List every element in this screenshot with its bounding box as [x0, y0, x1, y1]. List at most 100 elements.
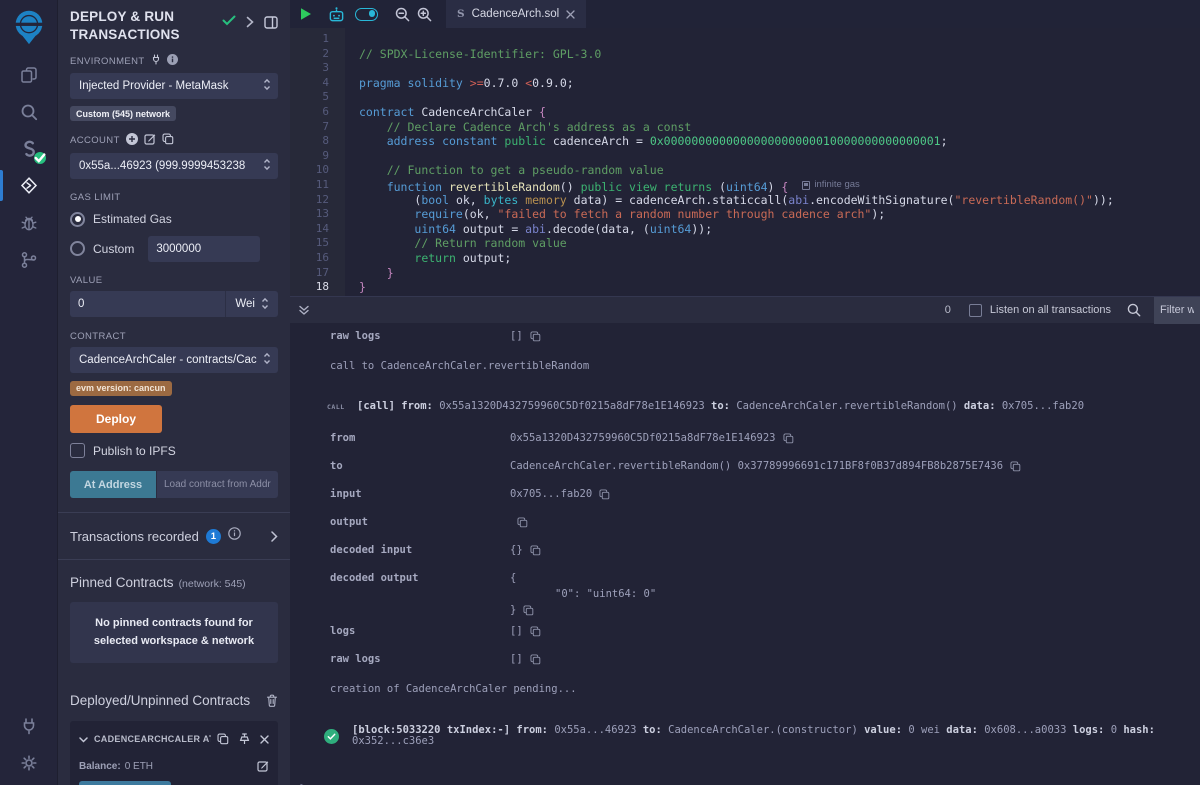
ai-copilot-toggle[interactable] [355, 8, 378, 21]
code-line[interactable]: 3 [290, 61, 1200, 76]
copy-icon[interactable] [523, 605, 534, 616]
value-label: VALUE [70, 275, 278, 286]
terminal-collapse-icon[interactable] [298, 305, 310, 316]
publish-ipfs-checkbox[interactable] [70, 443, 85, 458]
line-number: 17 [290, 266, 345, 281]
add-account-icon[interactable] [126, 133, 138, 148]
git-icon[interactable] [0, 241, 57, 278]
copy-icon[interactable] [530, 654, 541, 665]
file-explorer-icon[interactable] [0, 56, 57, 93]
call-cadencearch-button[interactable]: cadenceArch [79, 781, 171, 785]
copy-icon[interactable] [530, 331, 541, 342]
copy-icon[interactable] [530, 626, 541, 637]
terminal-block-summary[interactable]: [block:5033220 txIndex:-] from: 0x55a...… [324, 725, 1200, 747]
pin-contract-icon[interactable] [239, 733, 250, 745]
contract-select[interactable]: CadenceArchCaler - contracts/Cac [70, 347, 278, 373]
code-line[interactable]: 18} [290, 280, 1200, 295]
network-badge: Custom (545) network [70, 106, 176, 121]
code-line[interactable]: 14 uint64 output = abi.decode(data, (uin… [290, 222, 1200, 237]
chevron-down-icon[interactable] [79, 730, 88, 748]
code-editor[interactable]: 12// SPDX-License-Identifier: GPL-3.034p… [290, 28, 1200, 296]
info-icon[interactable] [167, 54, 178, 68]
code-line[interactable]: 10 // Function to get a pseudo-random va… [290, 163, 1200, 178]
code-line[interactable]: 1 [290, 32, 1200, 47]
code-line[interactable]: 13 require(ok, "failed to fetch a random… [290, 207, 1200, 222]
gas-estimated-option[interactable]: Estimated Gas [70, 212, 278, 227]
line-number: 5 [290, 90, 345, 105]
plug-icon[interactable] [151, 54, 161, 68]
code-line[interactable]: 11 function revertibleRandom() public vi… [290, 178, 1200, 193]
code-line[interactable]: 7 // Declare Cadence Arch's address as a… [290, 120, 1200, 135]
terminal-body[interactable]: raw logs[]call to CadenceArchCaler.rever… [290, 323, 1200, 785]
close-icon[interactable] [260, 735, 269, 744]
info-outline-icon[interactable] [228, 527, 241, 545]
code-line[interactable]: 9 [290, 149, 1200, 164]
debugger-icon[interactable] [0, 204, 57, 241]
at-address-button[interactable]: At Address [70, 471, 156, 498]
detail-value: [] [510, 626, 523, 637]
code-line[interactable]: 16 return output; [290, 251, 1200, 266]
radio-selected-icon[interactable] [70, 212, 85, 227]
radio-unselected-icon[interactable] [70, 241, 85, 256]
gas-custom-option[interactable]: Custom [70, 236, 278, 262]
line-number: 3 [290, 61, 345, 76]
deploy-run-icon[interactable] [0, 167, 57, 204]
environment-select[interactable]: Injected Provider - MetaMask [70, 73, 278, 99]
terminal-search-icon[interactable] [1127, 303, 1141, 317]
edit-account-icon[interactable] [144, 133, 156, 148]
terminal-filter-input[interactable] [1154, 297, 1200, 324]
listen-all-checkbox[interactable] [969, 304, 982, 317]
gas-custom-label: Custom [93, 242, 134, 256]
at-address-input[interactable] [157, 471, 278, 498]
expand-chevron-icon[interactable] [271, 531, 278, 542]
gas-custom-input[interactable] [148, 236, 260, 262]
code-line[interactable]: 15 // Return random value [290, 236, 1200, 251]
copy-icon[interactable] [530, 545, 541, 556]
terminal-prompt[interactable]: > [300, 780, 1200, 785]
zoom-out-icon[interactable] [395, 7, 410, 22]
plugin-manager-icon[interactable] [0, 707, 57, 744]
search-icon[interactable] [0, 93, 57, 130]
value-input[interactable] [70, 298, 225, 310]
rail-items [0, 56, 57, 278]
publish-ipfs-row[interactable]: Publish to IPFS [70, 443, 278, 458]
code-line[interactable]: 8 address constant public cadenceArch = … [290, 134, 1200, 149]
tab-cadencearch-sol[interactable]: S CadenceArch.sol [446, 0, 586, 28]
clear-deployed-trash-icon[interactable] [266, 694, 278, 707]
code-line[interactable]: 6contract CadenceArchCaler { [290, 105, 1200, 120]
code-line[interactable]: 5 [290, 90, 1200, 105]
copy-account-icon[interactable] [162, 133, 174, 148]
terminal-message: creation of CadenceArchCaler pending... [330, 684, 1200, 695]
value-input-group: Wei [70, 291, 278, 317]
terminal-detail-row: output [330, 517, 1200, 528]
copy-icon[interactable] [783, 433, 794, 444]
code-line[interactable]: 17 } [290, 266, 1200, 281]
copy-address-icon[interactable] [217, 733, 229, 745]
solidity-compiler-icon[interactable] [0, 130, 57, 167]
pin-panel-chevron-icon[interactable] [246, 16, 254, 28]
copy-icon[interactable] [1010, 461, 1021, 472]
deployed-contract-header[interactable]: CADENCEARCHCALER AT 0X37789996691C171BF8… [79, 730, 269, 748]
tab-close-icon[interactable] [566, 10, 575, 19]
account-select[interactable]: 0x55a...46923 (999.9999453238 [70, 153, 278, 179]
edit-balance-icon[interactable] [257, 760, 269, 772]
transactions-recorded-row[interactable]: Transactions recorded 1 [70, 513, 278, 545]
detail-value: { [510, 573, 656, 584]
block-summary-text: [block:5033220 txIndex:-] from: 0x55a...… [352, 725, 1200, 747]
code-line[interactable]: 4pragma solidity >=0.7.0 <0.9.0; [290, 76, 1200, 91]
remix-ai-robot-icon[interactable] [327, 6, 346, 23]
select-stepper-icon [261, 297, 269, 310]
zoom-in-icon[interactable] [417, 7, 432, 22]
copy-icon[interactable] [517, 517, 528, 528]
split-view-icon[interactable] [264, 16, 278, 29]
copy-icon[interactable] [599, 489, 610, 500]
value-unit-select[interactable]: Wei [225, 291, 278, 317]
code-line[interactable]: 2// SPDX-License-Identifier: GPL-3.0 [290, 47, 1200, 62]
code-line[interactable]: 12 (bool ok, bytes memory data) = cadenc… [290, 193, 1200, 208]
settings-gear-icon[interactable] [0, 744, 57, 781]
remix-logo-icon[interactable] [7, 4, 51, 50]
terminal-detail-row: raw logs[] [330, 331, 1200, 342]
run-script-play-icon[interactable] [299, 7, 312, 21]
deploy-button[interactable]: Deploy [70, 405, 162, 433]
terminal-call-summary[interactable]: CALL[call] from: 0x55a1320D432759960C5Df… [327, 401, 1200, 412]
